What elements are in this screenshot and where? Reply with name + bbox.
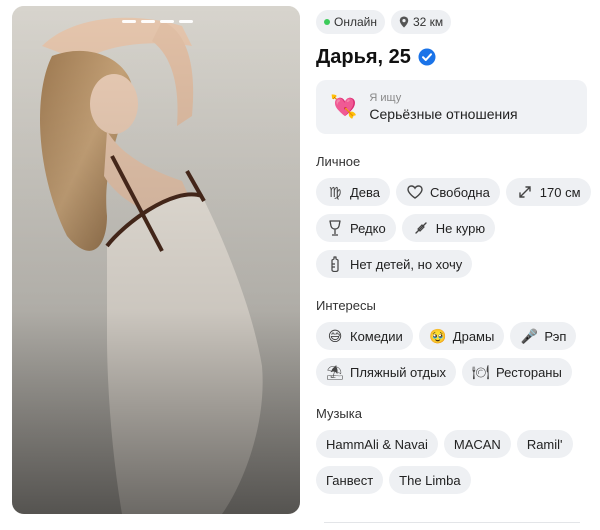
chip-alcohol: Редко (316, 214, 396, 242)
chip-music-artist: Ramil' (516, 430, 573, 458)
status-row: Онлайн 32 км (316, 10, 592, 34)
location-pin-icon (399, 16, 409, 28)
height-arrows-icon (516, 183, 534, 201)
name-row: Дарья, 25 (316, 44, 592, 70)
chip-label: Комедии (350, 328, 403, 344)
section-title-music: Музыка (316, 406, 362, 421)
profile-name: Дарья, 25 (316, 45, 411, 68)
photo-indicator[interactable] (160, 20, 174, 23)
looking-for-card: 💘 Я ищу Серьёзные отношения (316, 80, 587, 134)
chip-label: Рестораны (495, 364, 562, 380)
chip-music-artist: The Limba (389, 466, 471, 494)
fork-knife-icon: 🍽 (472, 363, 490, 380)
chip-smoking: Не курю (401, 214, 496, 242)
chip-label: Свободна (430, 184, 490, 200)
chip-relationship: Свободна (396, 178, 500, 206)
chip-music-artist: Ганвест (316, 466, 384, 494)
wine-glass-icon (326, 219, 344, 237)
section-title-interests: Интересы (316, 298, 376, 313)
crying-emoji-icon: 🥹 (429, 327, 447, 344)
bottom-divider (324, 522, 580, 523)
distance-label: 32 км (412, 15, 444, 29)
baby-bottle-icon (326, 255, 344, 273)
chip-interest-drama: 🥹 Драмы (418, 322, 505, 350)
online-dot-icon (324, 19, 330, 25)
chip-label: Драмы (452, 328, 495, 344)
distance-badge: 32 км (390, 10, 452, 34)
heart-outline-icon (406, 183, 424, 201)
photo-indicator[interactable] (141, 20, 155, 23)
no-smoking-icon (412, 219, 430, 237)
music-chips: HammAli & Navai MACAN Ramil' Ганвест The… (316, 430, 592, 494)
laughing-emoji-icon: 😅 (327, 327, 343, 344)
chip-label: Не курю (435, 220, 486, 236)
chip-interest-beach: ⛱ Пляжный отдых (316, 358, 456, 386)
photo-image (12, 6, 300, 514)
chip-label: Рэп (544, 328, 567, 344)
online-badge: Онлайн (316, 10, 385, 34)
beach-umbrella-icon: ⛱ (326, 363, 344, 380)
chip-zodiac: ♍ Дева (316, 178, 391, 206)
chip-label: 170 см (539, 184, 581, 200)
section-title-personal: Личное (316, 154, 361, 169)
profile-photo[interactable] (12, 6, 300, 514)
personal-chips: ♍ Дева Свободна 170 см Редко Не курю Нет… (316, 178, 592, 278)
chip-height: 170 см (505, 178, 591, 206)
chip-label: Редко (350, 220, 386, 236)
chip-music-artist: HammAli & Navai (316, 430, 438, 458)
heart-arrow-icon: 💘 (330, 94, 358, 119)
chip-music-artist: MACAN (443, 430, 511, 458)
looking-for-label: Я ищу (369, 92, 402, 104)
chip-children: Нет детей, но хочу (316, 250, 473, 278)
chip-interest-rap: 🎤 Рэп (510, 322, 577, 350)
microphone-icon: 🎤 (520, 327, 539, 344)
chip-interest-restaurants: 🍽 Рестораны (461, 358, 572, 386)
verified-badge-icon (418, 48, 436, 66)
looking-for-value: Серьёзные отношения (369, 106, 518, 122)
chip-label: Пляжный отдых (350, 364, 446, 380)
profile-details: Онлайн 32 км Дарья, 25 💘 Я ищу Серьёзные… (316, 10, 592, 494)
photo-indicator[interactable] (179, 20, 193, 23)
interest-chips: 😅 Комедии 🥹 Драмы 🎤 Рэп ⛱ Пляжный отдых … (316, 322, 592, 386)
photo-indicator[interactable] (122, 20, 136, 23)
online-label: Онлайн (334, 15, 377, 29)
chip-label: Дева (350, 184, 381, 200)
chip-interest-comedy: 😅 Комедии (316, 322, 413, 350)
virgo-icon: ♍ (328, 183, 342, 200)
photo-indicators (122, 20, 193, 23)
chip-label: Нет детей, но хочу (350, 256, 463, 272)
